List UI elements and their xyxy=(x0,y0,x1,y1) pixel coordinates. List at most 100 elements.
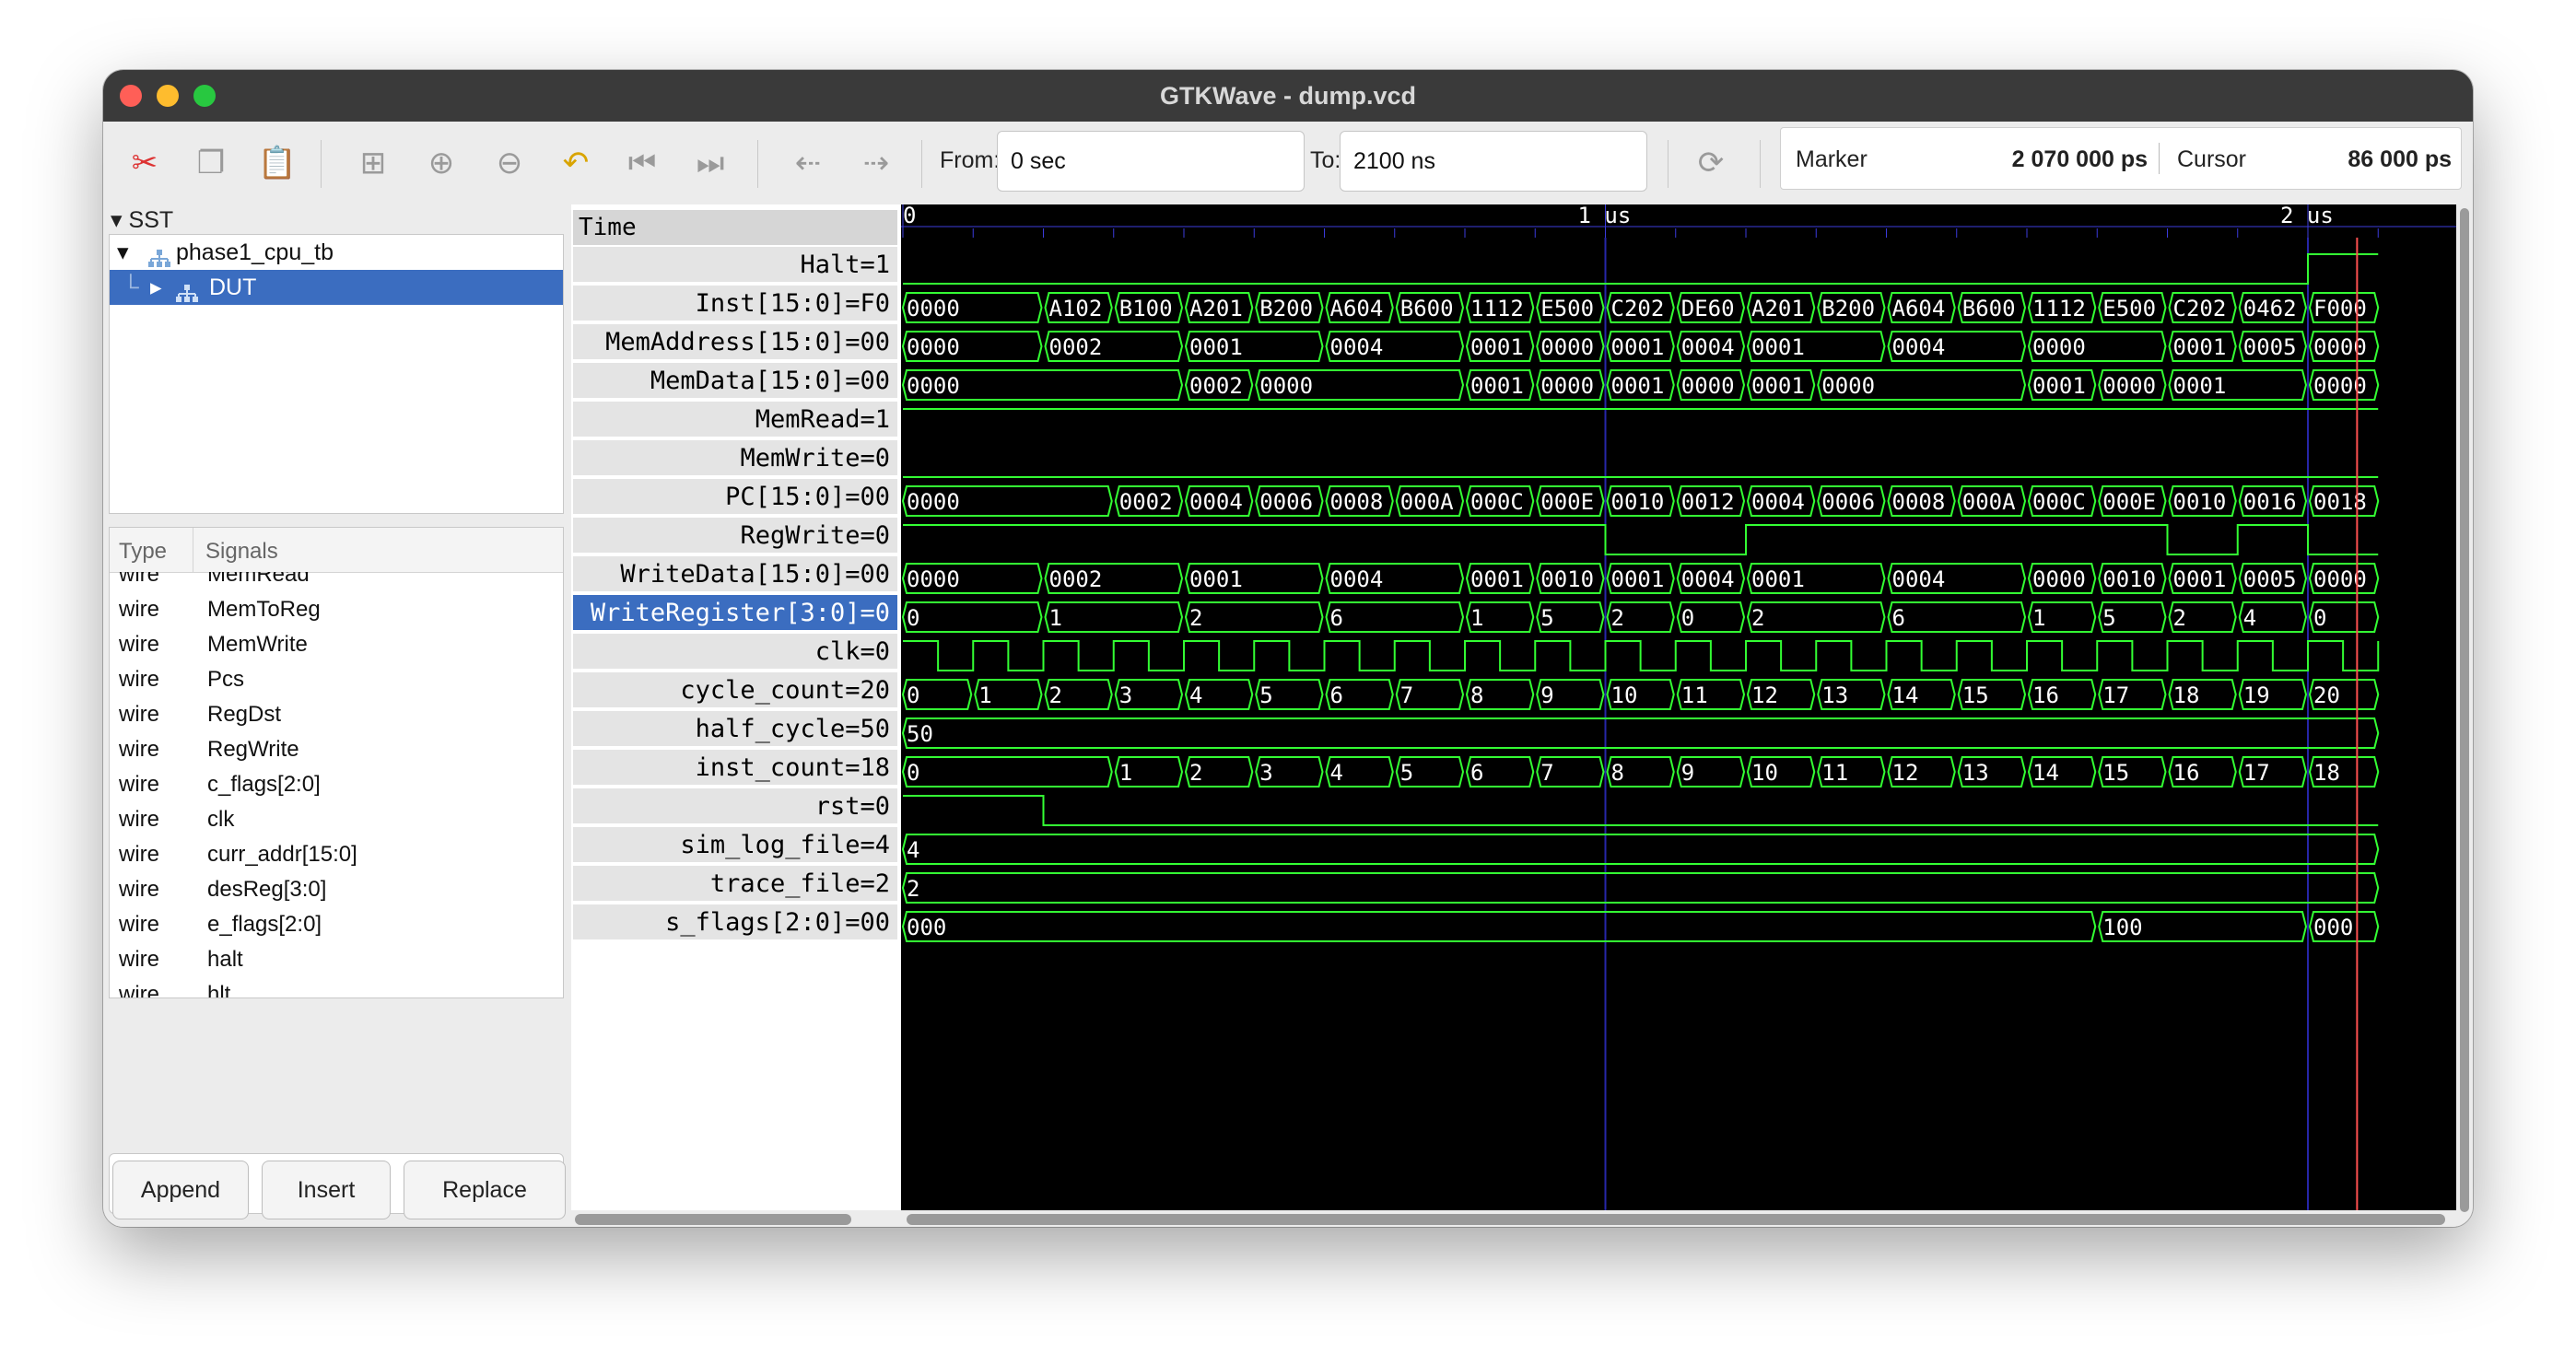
signal-list-item[interactable]: wire halt xyxy=(110,942,563,977)
signals-column-header[interactable]: Signals xyxy=(205,539,278,565)
bus-value: 0000 xyxy=(2102,373,2156,399)
signal-list-item[interactable]: wire RegWrite xyxy=(110,732,563,767)
trace-name-row[interactable]: MemData[15:0]=00 xyxy=(573,363,897,400)
bus-value: 0000 xyxy=(907,334,960,360)
insert-button[interactable]: Insert xyxy=(262,1161,391,1219)
trace-name-row[interactable]: half_cycle=50 xyxy=(573,711,897,748)
bus-value: 0 xyxy=(2313,605,2326,631)
bus-value: 7 xyxy=(1540,760,1553,786)
signal-list-item[interactable]: wire desReg[3:0] xyxy=(110,872,563,907)
copy-icon[interactable]: ❐ xyxy=(190,142,232,184)
bus-value: 8 xyxy=(1611,760,1624,786)
undo-zoom-icon[interactable]: ↶ xyxy=(555,142,597,184)
zoom-fit-icon[interactable]: ⊞ xyxy=(352,142,394,184)
bus-segment xyxy=(1887,601,2027,633)
to-time-input[interactable]: 2100 ns xyxy=(1340,131,1647,192)
bus-value: B200 xyxy=(1259,296,1313,321)
bus-segment xyxy=(1044,601,1184,633)
signal-list-item[interactable]: wire Pcs xyxy=(110,662,563,697)
trace-name-row[interactable]: RegWrite=0 xyxy=(573,518,897,554)
zoom-in-icon[interactable]: ⊕ xyxy=(420,142,463,184)
trace-name-row[interactable]: MemWrite=0 xyxy=(573,440,897,477)
from-time-input[interactable]: 0 sec xyxy=(997,131,1305,192)
bus-value: 2 xyxy=(907,876,919,902)
vertical-scroll-thumb[interactable] xyxy=(2460,208,2469,1212)
trace-name-row[interactable]: cycle_count=20 xyxy=(573,672,897,709)
expand-triangle-icon[interactable]: ▸ xyxy=(150,270,162,305)
vertical-scrollbar[interactable] xyxy=(2456,204,2473,1227)
trace-name-row[interactable]: trace_file=2 xyxy=(573,866,897,903)
trace-name-row[interactable]: WriteRegister[3:0]=0 xyxy=(573,595,897,632)
bus-value: 0 xyxy=(907,760,919,786)
signal-list-item[interactable]: wire MemRead xyxy=(110,572,563,592)
names-scroll-thumb[interactable] xyxy=(575,1214,851,1225)
horizontal-scrollbar[interactable] xyxy=(571,1210,2456,1227)
bus-value: 6 xyxy=(1892,605,1905,631)
trace-value: =1 xyxy=(860,251,890,279)
trace-name-row[interactable]: MemAddress[15:0]=00 xyxy=(573,324,897,361)
zoom-window-button[interactable] xyxy=(193,85,216,107)
replace-button[interactable]: Replace xyxy=(404,1161,566,1219)
bit-waveform xyxy=(903,253,2379,285)
cut-icon[interactable]: ✂ xyxy=(123,142,166,184)
append-button[interactable]: Append xyxy=(112,1161,249,1219)
signal-list-item[interactable]: wire clk xyxy=(110,802,563,837)
bus-value: 10 xyxy=(1751,760,1778,786)
signal-list-item[interactable]: wire MemToReg xyxy=(110,592,563,627)
find-previous-edge-icon[interactable]: ⇠ xyxy=(787,142,829,184)
bus-value: 0008 xyxy=(1892,489,1946,515)
signal-list-item[interactable]: wire hlt xyxy=(110,977,563,998)
bus-value: 0004 xyxy=(1892,334,1946,360)
trace-name-row[interactable]: Halt=1 xyxy=(573,247,897,284)
signal-name: halt xyxy=(207,947,243,972)
expand-triangle-icon[interactable]: ▾ xyxy=(117,235,129,270)
collapse-triangle-icon[interactable]: ▾ xyxy=(111,207,123,233)
trace-name-row[interactable]: s_flags[2:0]=00 xyxy=(573,904,897,941)
signal-list-item[interactable]: wire c_flags[2:0] xyxy=(110,767,563,802)
trace-name-row[interactable]: WriteData[15:0]=00 xyxy=(573,556,897,593)
bus-segment xyxy=(901,911,2097,942)
bus-value: 1112 xyxy=(1470,296,1524,321)
toolbar-separator xyxy=(321,140,322,188)
trace-name-row[interactable]: rst=0 xyxy=(573,788,897,825)
zoom-to-start-icon[interactable]: ⏮ xyxy=(621,142,663,184)
signal-list-item[interactable]: wire RegDst xyxy=(110,697,563,732)
signals-rows: wire MemRead wire MemToReg wire MemWrite wire P… xyxy=(110,572,563,998)
signal-type: wire xyxy=(119,702,160,727)
signal-list-item[interactable]: wire curr_addr[15:0] xyxy=(110,837,563,872)
bus-value: C202 xyxy=(2173,296,2227,321)
minimize-window-button[interactable] xyxy=(157,85,179,107)
from-label: From: xyxy=(940,147,1001,173)
trace-name-row[interactable]: sim_log_file=4 xyxy=(573,827,897,864)
bus-value: 0004 xyxy=(1681,566,1735,592)
bus-value: 000A xyxy=(1400,489,1454,515)
bus-value: A102 xyxy=(1049,296,1103,321)
trace-name-row[interactable]: PC[15:0]=00 xyxy=(573,479,897,516)
find-next-edge-icon[interactable]: ⇢ xyxy=(855,142,897,184)
bus-value: 12 xyxy=(1751,682,1778,708)
sst-header[interactable]: ▾ SST xyxy=(111,206,173,234)
trace-name-row[interactable]: Inst[15:0]=F0 xyxy=(573,286,897,322)
close-window-button[interactable] xyxy=(120,85,142,107)
tree-node-dut[interactable]: └ ▸ DUT xyxy=(110,270,563,305)
zoom-to-end-icon[interactable]: ⏭ xyxy=(689,142,732,184)
bus-value: 4 xyxy=(1189,682,1202,708)
trace-name-row[interactable]: MemRead=1 xyxy=(573,402,897,438)
waveform-pane[interactable]: 01 us 2 us 0000 A102 B100 A201 B200 A604 B600 111… xyxy=(901,204,2456,1210)
wave-scroll-thumb[interactable] xyxy=(907,1214,2445,1225)
tree-node-phase1-cpu-tb[interactable]: ▾ phase1_cpu_tb xyxy=(110,235,563,270)
waveform-canvas[interactable]: 01 us 2 us0000 A102 B100 A201 B200 A604 B600 111… xyxy=(901,204,2456,1210)
trace-name-row[interactable]: inst_count=18 xyxy=(573,750,897,787)
signal-type: wire xyxy=(119,572,160,587)
sst-pane: ▾ SST ▾ phase1_cpu_tb └ ▸ DUT Type Signa… xyxy=(103,204,571,1227)
reload-icon[interactable]: ⟳ xyxy=(1690,142,1732,184)
signal-list-item[interactable]: wire MemWrite xyxy=(110,627,563,662)
signal-list-item[interactable]: wire e_flags[2:0] xyxy=(110,907,563,942)
bus-value: A604 xyxy=(1892,296,1946,321)
bus-value: 1 xyxy=(1119,760,1132,786)
type-column-header[interactable]: Type xyxy=(119,539,167,565)
trace-name-row[interactable]: clk=0 xyxy=(573,634,897,671)
paste-icon[interactable]: 📋 xyxy=(256,142,299,184)
signal-type: wire xyxy=(119,947,160,972)
zoom-out-icon[interactable]: ⊖ xyxy=(488,142,531,184)
